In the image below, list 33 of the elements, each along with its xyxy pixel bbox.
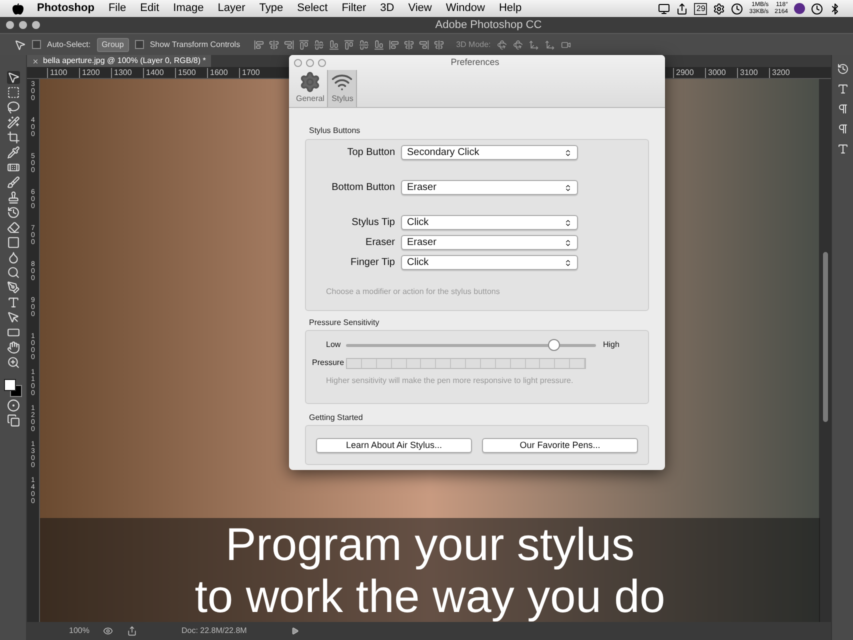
window-title: Adobe Photoshop CC <box>434 18 543 33</box>
ruler-label: 1700 <box>239 68 271 78</box>
section-heading: Getting Started <box>309 412 364 424</box>
row-label: Finger Tip <box>350 256 396 270</box>
caption-line: to work the way you do <box>194 570 666 622</box>
3d-mode-label: 3D Mode: <box>456 38 491 50</box>
pressure-label: Pressure <box>312 357 346 369</box>
show-transform-label: Show Transform Controls <box>150 38 240 50</box>
hint-text: Choose a modifier or action for the stylus buttons <box>326 286 501 298</box>
zoom-level: 100% <box>69 625 90 637</box>
row-label: Top Button <box>346 146 396 160</box>
dialog-title: Preferences <box>450 56 500 69</box>
hint-text: Higher sensitivity will make the pen more responsive to light pressure. <box>326 375 574 387</box>
row-label: Bottom Button <box>330 181 396 195</box>
ruler-label: 1400 <box>143 68 175 78</box>
section-heading: Pressure Sensitivity <box>309 317 380 329</box>
row-label: Stylus Tip <box>350 216 396 230</box>
caption-line: Program your stylus <box>225 518 634 570</box>
ruler-label: 2900 <box>673 68 705 78</box>
ruler-label: 1500 <box>175 68 207 78</box>
high-label: High <box>603 339 620 351</box>
section-heading: Stylus Buttons <box>309 125 362 137</box>
ruler-label: 3200 <box>769 68 801 78</box>
auto-select-label: Auto-Select: <box>47 38 91 50</box>
ruler-label: 1200 <box>79 68 111 78</box>
document-size: Doc: 22.8M/22.8M <box>181 625 247 637</box>
ruler-label: 1600 <box>207 68 239 78</box>
ruler-label: 1300 <box>111 68 143 78</box>
ruler-label: 3100 <box>737 68 769 78</box>
ruler-label: 1100 <box>47 68 79 78</box>
low-label: Low <box>325 339 342 351</box>
ruler-label: 3000 <box>705 68 737 78</box>
row-label: Eraser <box>364 236 396 250</box>
